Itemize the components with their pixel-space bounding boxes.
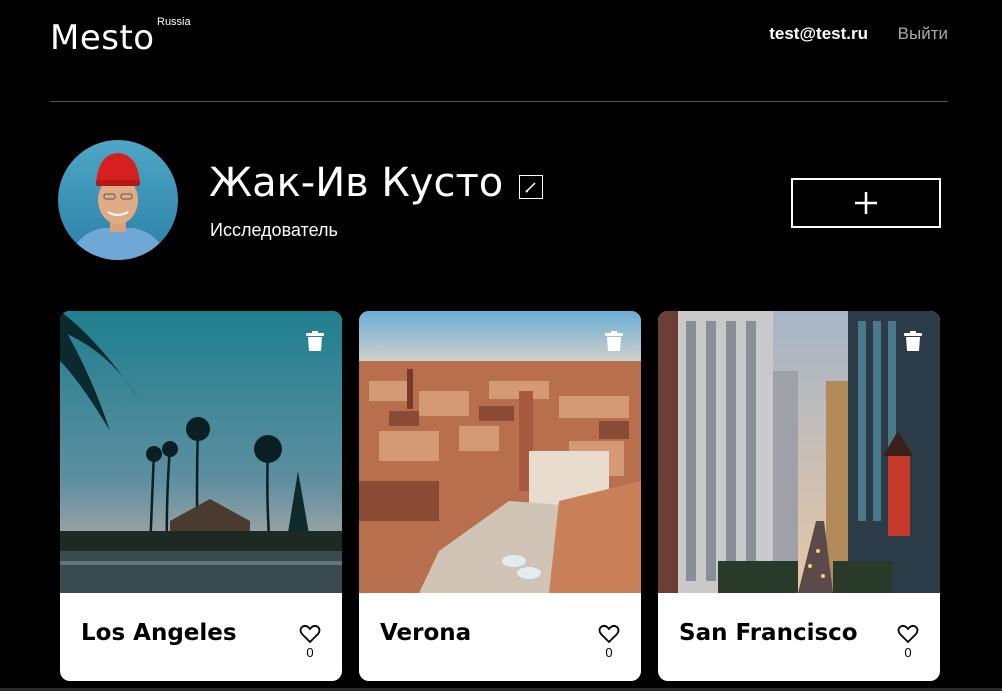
logo-region: Russia <box>157 16 191 28</box>
card-image[interactable] <box>658 311 940 593</box>
header: Mesto Russia test@test.ru Выйти <box>50 0 948 102</box>
avatar[interactable] <box>58 140 178 260</box>
add-card-button[interactable] <box>791 178 941 228</box>
card: Verona 0 <box>359 311 641 681</box>
trash-icon[interactable] <box>605 331 623 351</box>
logout-link[interactable]: Выйти <box>898 24 948 44</box>
like-count: 0 <box>306 645 314 660</box>
user-email: test@test.ru <box>769 24 868 43</box>
plus-icon <box>855 192 877 214</box>
heart-icon[interactable] <box>299 624 321 644</box>
card-image[interactable] <box>359 311 641 593</box>
logo[interactable]: Mesto <box>50 18 155 58</box>
trash-icon[interactable] <box>306 331 324 351</box>
heart-icon[interactable] <box>897 624 919 644</box>
card: Los Angeles 0 <box>60 311 342 681</box>
like-count: 0 <box>904 645 912 660</box>
card-title: Verona <box>380 620 472 646</box>
pencil-icon <box>525 182 536 193</box>
card-title: San Francisco <box>679 620 858 646</box>
like-count: 0 <box>605 645 613 660</box>
card: San Francisco 0 <box>658 311 940 681</box>
profile-about: Исследователь <box>210 220 338 240</box>
heart-icon[interactable] <box>598 624 620 644</box>
card-image[interactable] <box>60 311 342 593</box>
edit-profile-button[interactable] <box>519 175 543 199</box>
card-title: Los Angeles <box>81 620 237 646</box>
trash-icon[interactable] <box>904 331 922 351</box>
profile-name: Жак-Ив Кусто <box>209 160 504 206</box>
